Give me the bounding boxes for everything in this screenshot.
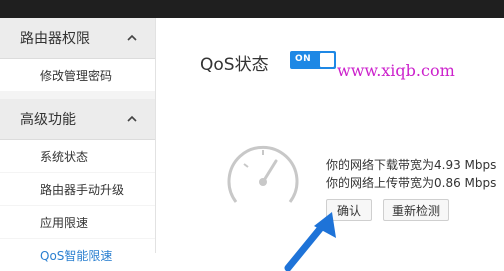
pointer-arrow-icon	[284, 212, 336, 271]
main-panel: QoS状态 ON www.xiqb.com 你的网络下载带宽为4.93 Mbps…	[156, 18, 504, 271]
sidebar-item-label: 应用限速	[40, 216, 89, 230]
sidebar-group-label: 路由器权限	[20, 31, 90, 47]
recheck-button[interactable]: 重新检测	[383, 199, 449, 221]
qos-toggle[interactable]: ON	[290, 51, 336, 69]
sidebar-item-label: 系统状态	[40, 150, 89, 164]
page-title: QoS状态	[200, 55, 269, 75]
sidebar-item-label: 路由器手动升级	[40, 183, 125, 197]
toggle-knob	[320, 53, 334, 67]
sidebar-item-manual-upgrade[interactable]: 路由器手动升级	[0, 173, 155, 205]
sidebar-item-system-status[interactable]: 系统状态	[0, 140, 155, 172]
speedometer-icon	[227, 145, 299, 203]
sidebar-group-router-permissions[interactable]: 路由器权限	[0, 18, 155, 59]
sidebar-item-app-speed-limit[interactable]: 应用限速	[0, 206, 155, 238]
watermark-text: www.xiqb.com	[337, 61, 455, 80]
download-bandwidth-text: 你的网络下载带宽为4.93 Mbps	[326, 158, 497, 172]
toggle-label: ON	[295, 54, 312, 64]
sidebar-item-label: QoS智能限速	[40, 249, 113, 263]
sidebar-group-advanced[interactable]: 高级功能	[0, 99, 155, 140]
sidebar-group-label: 高级功能	[20, 112, 76, 128]
chevron-up-icon[interactable]	[127, 33, 137, 43]
sidebar-item-label: 修改管理密码	[40, 69, 113, 83]
upload-bandwidth-text: 你的网络上传带宽为0.86 Mbps	[326, 176, 497, 190]
bandwidth-info: 你的网络下载带宽为4.93 Mbps 你的网络上传带宽为0.86 Mbps	[326, 156, 496, 192]
sidebar-item-qos-speed-limit[interactable]: QoS智能限速	[0, 239, 155, 271]
sidebar: 路由器权限 修改管理密码 高级功能 系统状态 路由器手动升级 应用限速 QoS智…	[0, 18, 156, 271]
chevron-up-icon[interactable]	[127, 114, 137, 124]
top-bar	[0, 0, 504, 18]
sidebar-item-change-password[interactable]: 修改管理密码	[0, 59, 155, 91]
